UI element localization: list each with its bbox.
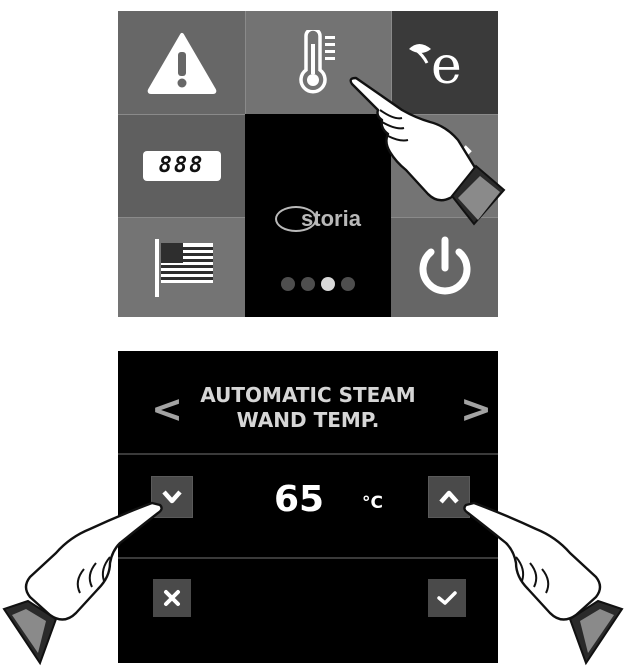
- confirm-button[interactable]: [428, 579, 466, 617]
- thermometer-icon: [299, 29, 335, 93]
- page-title: AUTOMATIC STEAM WAND TEMP.: [178, 383, 438, 433]
- check-icon: [437, 591, 457, 605]
- chevron-up-icon: [439, 490, 459, 504]
- pointing-hand-icon: [463, 501, 624, 666]
- chevron-right-icon[interactable]: >: [460, 387, 492, 431]
- divider: [118, 453, 498, 455]
- page-indicator: [245, 277, 391, 291]
- display-tile[interactable]: 888: [118, 114, 245, 217]
- pointing-hand-icon: [2, 501, 163, 666]
- steam-temp-panel: < AUTOMATIC STEAM WAND TEMP. > 65 °C: [118, 351, 498, 663]
- divider: [118, 557, 498, 559]
- digit-display-icon: 888: [142, 150, 221, 181]
- warning-tile[interactable]: [118, 11, 245, 114]
- title-line-1: AUTOMATIC STEAM: [200, 383, 416, 407]
- title-line-2: WAND TEMP.: [236, 408, 380, 432]
- next-arrow-glyph: >: [460, 387, 492, 431]
- display-digits: 888: [158, 153, 205, 178]
- power-icon: [419, 236, 470, 295]
- close-icon: [164, 590, 180, 606]
- pointing-hand-icon: [349, 76, 506, 226]
- temperature-value: 65: [274, 479, 325, 520]
- language-tile[interactable]: [118, 217, 245, 317]
- power-tile[interactable]: [391, 217, 498, 317]
- us-flag-icon: [154, 239, 213, 297]
- temperature-unit: °C: [362, 493, 383, 513]
- page-dot-active[interactable]: [321, 277, 335, 291]
- page-dot[interactable]: [301, 277, 315, 291]
- warning-icon: [147, 32, 216, 94]
- page-dot[interactable]: [341, 277, 355, 291]
- page-dot[interactable]: [281, 277, 295, 291]
